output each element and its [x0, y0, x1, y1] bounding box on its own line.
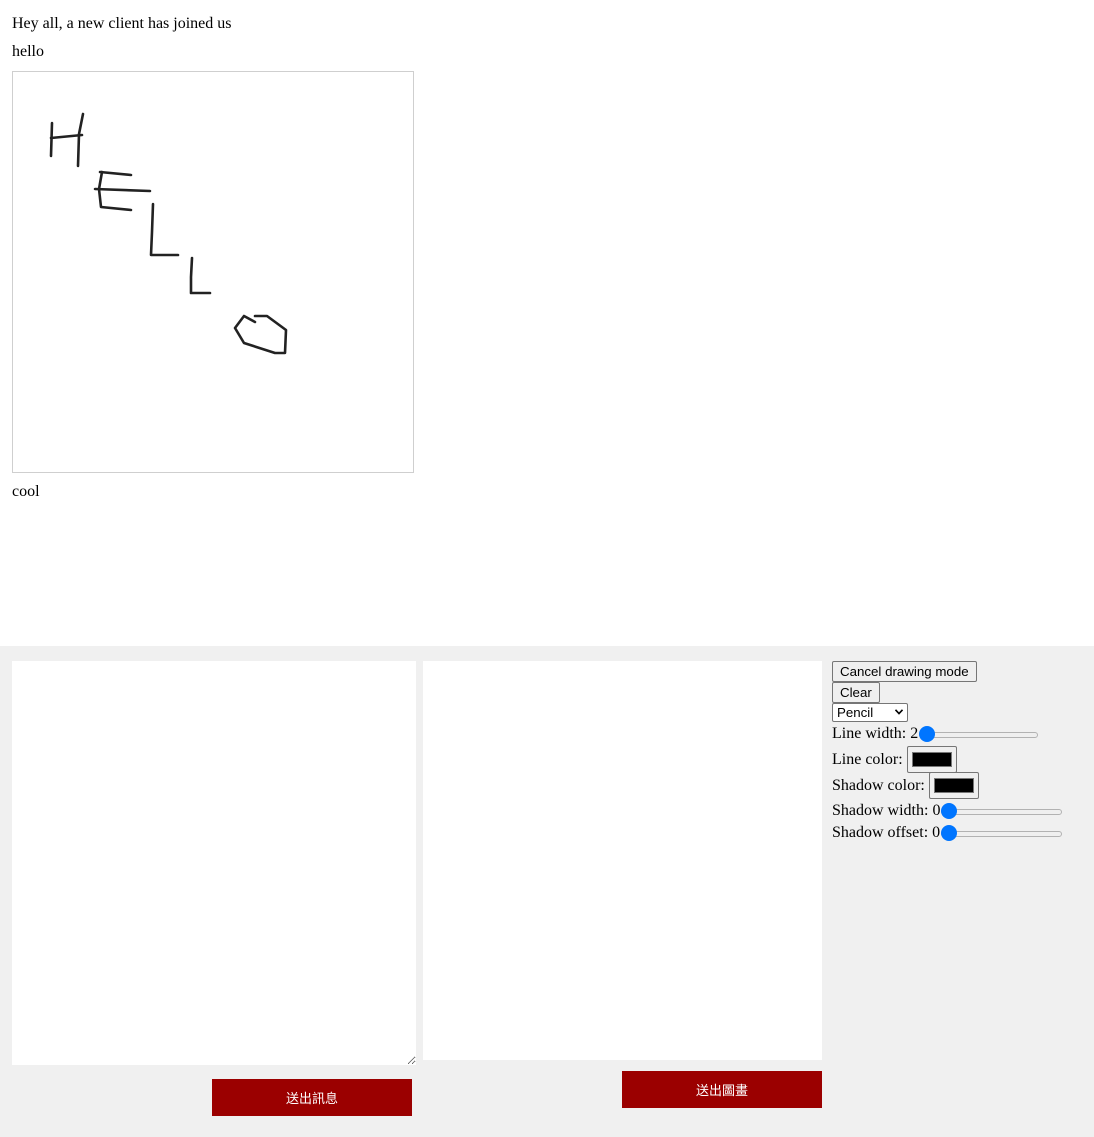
send-message-button[interactable]: 送出訊息: [212, 1079, 412, 1116]
slider-thumb[interactable]: [941, 825, 958, 841]
line-width-value: 2: [910, 725, 919, 742]
slider-thumb[interactable]: [919, 726, 936, 742]
line-color-row: Line color:: [832, 746, 957, 773]
drawing-canvas[interactable]: [423, 661, 822, 1060]
slider-thumb[interactable]: [941, 803, 958, 819]
chevron-down-icon: [895, 709, 903, 715]
slider-track: [941, 809, 1063, 815]
line-width-slider[interactable]: [919, 726, 1039, 742]
slider-track: [941, 831, 1063, 837]
shadow-color-picker[interactable]: [928, 772, 979, 799]
slider-track: [919, 732, 1039, 738]
shadow-width-row: Shadow width: 0: [832, 801, 1063, 821]
chat-message-cool: cool: [12, 483, 40, 500]
shadow-offset-value: 0: [932, 824, 941, 841]
line-color-swatch: [911, 752, 952, 767]
chat-message-hello: hello: [12, 43, 44, 60]
composer-panel: 送出訊息 送出圖畫 Cancel drawing mode Clear Penc…: [0, 646, 1094, 1137]
brush-type-select[interactable]: Pencil: [832, 703, 908, 722]
shadow-color-label: Shadow color:: [832, 776, 925, 794]
shadow-width-value: 0: [932, 802, 941, 819]
line-color-label: Line color:: [832, 750, 903, 768]
chat-message-join-notice: Hey all, a new client has joined us: [12, 15, 232, 32]
brush-type-value: Pencil: [837, 705, 874, 720]
clear-button[interactable]: Clear: [832, 682, 880, 703]
shadow-color-row: Shadow color:: [832, 772, 979, 799]
send-drawing-button[interactable]: 送出圖畫: [622, 1071, 822, 1108]
cancel-drawing-mode-button[interactable]: Cancel drawing mode: [832, 661, 977, 682]
shadow-offset-label: Shadow offset:: [832, 824, 929, 841]
shadow-offset-row: Shadow offset: 0: [832, 823, 1063, 843]
message-textarea[interactable]: [12, 661, 416, 1065]
chat-drawing-image: [12, 71, 414, 473]
shadow-offset-slider[interactable]: [941, 825, 1063, 841]
shadow-color-swatch: [933, 778, 974, 793]
line-width-label: Line width:: [832, 725, 907, 742]
shadow-width-label: Shadow width:: [832, 802, 929, 819]
line-width-row: Line width: 2: [832, 724, 1039, 744]
shadow-width-slider[interactable]: [941, 803, 1063, 819]
line-color-picker[interactable]: [906, 746, 957, 773]
